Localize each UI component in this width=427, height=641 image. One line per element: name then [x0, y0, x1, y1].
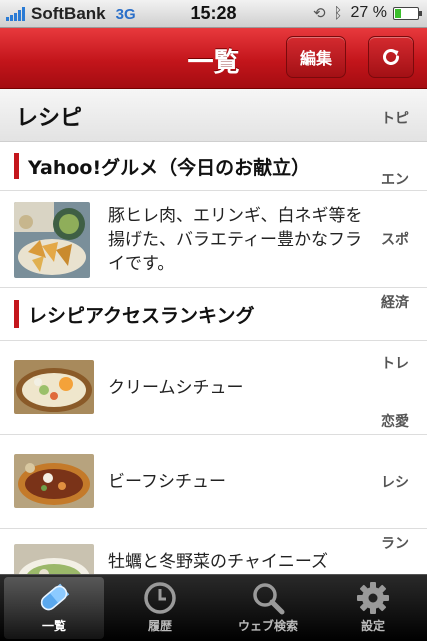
side-tab-0[interactable]: トピ [381, 108, 409, 128]
side-tab-3[interactable]: 経済 [381, 292, 409, 312]
tab-label: ウェブ検索 [237, 619, 298, 633]
recipe-thumbnail [14, 202, 90, 278]
status-bar: SoftBank 3G 15:28 ⟲ ᛒ 27 % [0, 0, 427, 28]
tab-history[interactable]: 履歴 [110, 577, 210, 639]
item-title: 牡蠣と冬野菜のチャイニーズ [108, 552, 328, 572]
refresh-icon [383, 49, 399, 65]
side-tab-2[interactable]: スポ [381, 229, 409, 249]
tab-label: 履歴 [147, 619, 172, 633]
battery-percent: 27 % [350, 4, 387, 21]
group-header-ranking: レシピアクセスランキング 経済 [0, 288, 427, 341]
section-header: レシピ トピ [0, 89, 427, 142]
item-description: 豚ヒレ肉、エリンギ、白ネギ等を揚げた、バラエティー豊かなフライです。 [108, 206, 363, 274]
page-title: 一覧 [187, 48, 240, 78]
nav-bar: 一覧 編集 [0, 28, 427, 89]
group-title: Yahoo!グルメ（今日のお献立） [28, 157, 311, 179]
lock-rotation-icon: ⟲ [312, 5, 326, 22]
side-tab-5[interactable]: 恋愛 [381, 411, 409, 431]
group-marker [14, 153, 19, 179]
list-item[interactable]: クリームシチュー トレ 恋愛 [0, 341, 427, 435]
tab-list[interactable]: 一覧 [4, 577, 104, 639]
tab-settings[interactable]: 設定 [323, 577, 423, 639]
battery-icon [393, 6, 422, 20]
tab-label: 一覧 [41, 619, 66, 633]
bluetooth-icon: ᛒ [333, 4, 343, 22]
side-tab-6[interactable]: レシ [381, 472, 409, 492]
side-tab-7[interactable]: ラン [381, 533, 409, 553]
list-item[interactable]: 豚ヒレ肉、エリンギ、白ネギ等を揚げた、バラエティー豊かなフライです。 スポ [0, 191, 427, 288]
side-tab-1[interactable]: エン [381, 169, 409, 189]
recipe-thumbnail [14, 454, 94, 508]
recipe-thumbnail [14, 544, 94, 574]
clock-icon [144, 582, 176, 614]
magnifier-icon [253, 583, 285, 615]
section-title: レシピ [16, 106, 83, 131]
refresh-button[interactable] [368, 36, 414, 78]
item-title: ビーフシチュー [108, 472, 226, 492]
list-item[interactable]: 牡蠣と冬野菜のチャイニーズ ラン [0, 529, 427, 574]
list-item[interactable]: ビーフシチュー レシ [0, 435, 427, 529]
group-marker [14, 300, 19, 328]
edit-button[interactable]: 編集 [286, 36, 346, 78]
item-title: クリームシチュー [108, 378, 244, 398]
tab-label: 設定 [360, 619, 385, 633]
battery-fill [395, 8, 401, 18]
recipe-list: Yahoo!グルメ（今日のお献立） エン 豚ヒレ肉、エリンギ、白ネギ等を揚げた、… [0, 142, 427, 574]
tab-bar: 一覧 履歴 ウェブ検索 設定 [0, 574, 427, 641]
recipe-thumbnail [14, 360, 94, 414]
group-title: レシピアクセスランキング [28, 305, 255, 327]
gear-icon [357, 582, 389, 614]
group-header-yahoo: Yahoo!グルメ（今日のお献立） エン [0, 142, 427, 191]
side-tab-4[interactable]: トレ [381, 353, 409, 373]
pill-icon [40, 583, 70, 611]
tab-search[interactable]: ウェブ検索 [218, 577, 318, 639]
